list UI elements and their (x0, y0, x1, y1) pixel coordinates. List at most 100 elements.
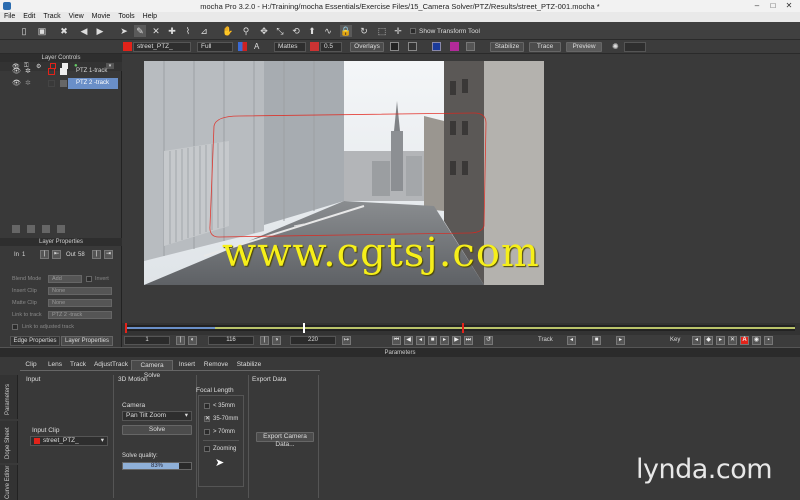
track-forward-button[interactable]: ▸ (616, 336, 625, 345)
autokey-button[interactable]: A (740, 336, 749, 345)
tracking-view-icon[interactable] (432, 42, 441, 51)
layer-name[interactable]: PTZ 1-track (76, 66, 107, 77)
save-icon[interactable]: ▣ (36, 25, 48, 37)
play-button[interactable]: ▸ (440, 336, 449, 345)
playhead[interactable] (303, 323, 305, 333)
focal-under-35-radio[interactable] (204, 403, 210, 409)
curve-tool-icon[interactable]: ∿ (322, 25, 334, 37)
tab-clip[interactable]: Clip (20, 360, 42, 370)
tab-track[interactable]: Track (66, 360, 90, 370)
scale-tool-icon[interactable]: ⤡ (274, 25, 286, 37)
add-layer-icon[interactable] (12, 225, 20, 233)
overlay-color-icon[interactable] (408, 42, 417, 51)
hand-tool-icon[interactable]: ✋ (222, 25, 234, 37)
trace-button[interactable]: Trace (529, 42, 561, 52)
overlay-toggle-icon[interactable] (390, 42, 399, 51)
next-key-button[interactable]: ▶ (452, 336, 461, 345)
menu-view[interactable]: View (65, 12, 88, 20)
x-spline-tool-icon[interactable]: ✕ (150, 25, 162, 37)
settings-icon[interactable]: ✺ (612, 42, 619, 51)
layer-color-icon[interactable] (60, 80, 67, 87)
speed-field[interactable] (624, 42, 646, 52)
menu-tools[interactable]: Tools (114, 12, 138, 20)
track-stop-button[interactable]: ■ (592, 336, 601, 345)
edit-spline-icon[interactable]: ⌇ (182, 25, 194, 37)
timeline[interactable] (122, 323, 800, 335)
goto-start-button[interactable]: ⏮ (392, 336, 401, 345)
tab-edge-properties[interactable]: Edge Properties (10, 336, 60, 346)
tab-stabilize[interactable]: Stabilize (232, 360, 266, 370)
clear-in-point-button[interactable]: ◐ (188, 336, 197, 345)
tab-layer-properties[interactable]: Layer Properties (61, 336, 113, 346)
set-in-button[interactable]: | (40, 250, 49, 259)
layer-name[interactable]: PTZ 2 -track (68, 78, 118, 89)
stabilize-button[interactable]: Stabilize (490, 42, 524, 52)
set-out-button[interactable]: | (92, 250, 101, 259)
menu-track[interactable]: Track (39, 12, 64, 20)
bezier-tool-icon[interactable]: ✎ (134, 25, 146, 37)
menu-movie[interactable]: Movie (88, 12, 115, 20)
set-out-point-button[interactable]: | (260, 336, 269, 345)
solve-button[interactable]: Solve (122, 425, 192, 435)
reset-keyframe-button[interactable]: ◉ (752, 336, 761, 345)
play-back-button[interactable]: ◂ (416, 336, 425, 345)
input-clip-dropdown[interactable]: street_PTZ_ ▾ (30, 436, 108, 446)
clip-dropdown[interactable]: street_PTZ_ (133, 42, 191, 52)
maximize-button[interactable]: □ (766, 1, 780, 11)
merge-layer-icon[interactable] (42, 225, 50, 233)
layer-matte-icon[interactable] (48, 80, 55, 87)
rotate-tool-icon[interactable]: ⟲ (290, 25, 302, 37)
new-project-icon[interactable]: ▯ (18, 25, 30, 37)
link-tool-icon[interactable]: ⊿ (198, 25, 210, 37)
export-camera-data-button[interactable]: Export Camera Data... (256, 432, 314, 448)
play-mode-button[interactable]: ↦ (342, 336, 351, 345)
layer-visibility-icon[interactable]: 👁 (12, 78, 21, 89)
refresh-icon[interactable]: ↻ (358, 25, 370, 37)
lock-icon[interactable]: 🔒 (340, 25, 352, 37)
close-button[interactable]: ✕ (782, 1, 796, 11)
crop-icon[interactable]: ⬚ (376, 25, 388, 37)
color-channel-icon[interactable] (238, 42, 247, 51)
menu-file[interactable]: File (0, 12, 19, 20)
menu-help[interactable]: Help (139, 12, 161, 20)
grid-icon[interactable] (466, 42, 475, 51)
focal-over-70-radio[interactable] (204, 429, 210, 435)
blend-mode-dropdown[interactable]: Add (48, 275, 82, 283)
opacity-field[interactable]: 0.5 (320, 42, 342, 52)
insert-clip-dropdown[interactable]: None (48, 287, 112, 295)
clear-in-button[interactable]: ⇤ (52, 250, 61, 259)
out-point-marker[interactable] (462, 323, 464, 333)
clear-out-button[interactable]: ⇥ (104, 250, 113, 259)
mattes-dropdown[interactable]: Mattes (274, 42, 306, 52)
matte-color-icon[interactable] (310, 42, 319, 51)
layer-color-icon[interactable] (60, 68, 67, 75)
matte-clip-dropdown[interactable]: None (48, 299, 112, 307)
add-keyframe-button[interactable]: ◆ (704, 336, 713, 345)
layer-row[interactable]: 👁 ✲ PTZ 1-track (0, 66, 122, 77)
resolution-dropdown[interactable]: Full (197, 42, 233, 52)
move-icon[interactable]: ✛ (392, 25, 404, 37)
in-value[interactable]: 1 (22, 252, 25, 258)
track-backward-button[interactable]: ◂ (567, 336, 576, 345)
keyframe-options-button[interactable]: ▪ (764, 336, 773, 345)
tab-adjust-track[interactable]: AdjustTrack (92, 360, 130, 370)
layer-color-icon[interactable] (450, 42, 459, 51)
layer-matte-icon[interactable] (48, 68, 55, 75)
side-tab-dope-sheet[interactable]: Dope Sheet (0, 421, 18, 463)
camera-dropdown[interactable]: Pan Tilt Zoom ▾ (122, 411, 192, 421)
next-keyframe-button[interactable]: ▸ (716, 336, 725, 345)
menu-edit[interactable]: Edit (19, 12, 39, 20)
prev-key-button[interactable]: ◀ (404, 336, 413, 345)
minimize-button[interactable]: – (750, 1, 764, 11)
overlays-button[interactable]: Overlays (350, 42, 384, 52)
current-frame-field[interactable]: 116 (208, 336, 254, 345)
tab-lens[interactable]: Lens (44, 360, 66, 370)
out-value[interactable]: 58 (78, 252, 85, 258)
focal-35-70-radio[interactable]: ✕ (204, 416, 210, 422)
link-adjusted-checkbox[interactable] (12, 324, 18, 330)
side-tab-curve-editor[interactable]: Curve Editor (0, 465, 18, 500)
set-in-point-button[interactable]: | (176, 336, 185, 345)
layer-row[interactable]: 👁 ✲ PTZ 2 -track (0, 78, 122, 89)
viewer[interactable] (122, 54, 800, 323)
surface-tool-icon[interactable]: ✥ (258, 25, 270, 37)
